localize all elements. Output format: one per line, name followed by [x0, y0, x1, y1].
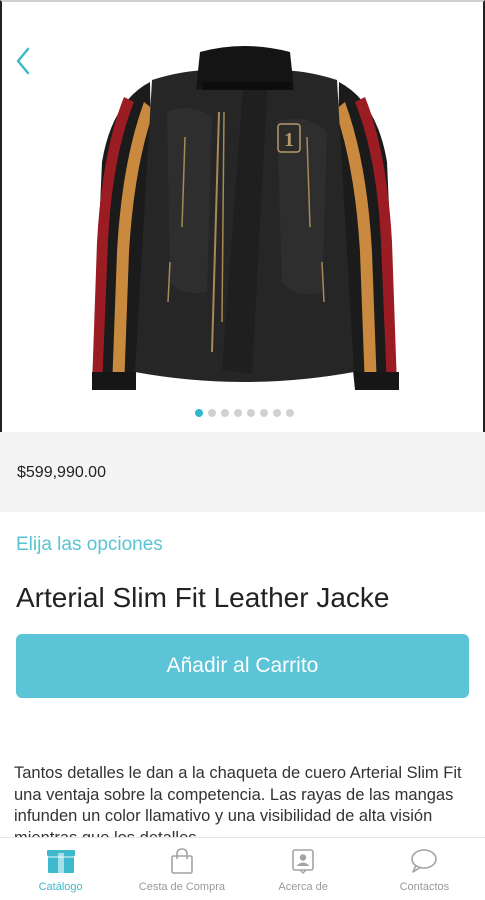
product-image: 1 [92, 46, 399, 390]
carousel-dot[interactable] [273, 409, 281, 417]
add-to-cart-label: Añadir al Carrito [166, 654, 319, 677]
carousel-dot[interactable] [208, 409, 216, 417]
product-title: Arterial Slim Fit Leather Jacke [16, 582, 390, 613]
storefront-icon [46, 850, 75, 873]
choose-options-link[interactable]: Elija las opciones [16, 534, 163, 556]
tab-cesta-de-compra[interactable]: Cesta de Compra [121, 838, 242, 900]
bottom-tab-bar: Catálogo Cesta de Compra Acerca de Conta… [0, 837, 485, 900]
tab-catalogo[interactable]: Catálogo [0, 838, 121, 900]
carousel-dot[interactable] [286, 409, 294, 417]
carousel-dot[interactable] [221, 409, 229, 417]
back-button[interactable] [10, 44, 36, 78]
chat-bubble-icon [411, 849, 438, 873]
tab-label: Catálogo [38, 881, 83, 893]
tab-acerca-de[interactable]: Acerca de [243, 838, 364, 900]
product-gallery[interactable]: 1 [0, 0, 485, 432]
product-description: Tantos detalles le dan a la chaqueta de … [14, 764, 462, 840]
carousel-dot[interactable] [260, 409, 268, 417]
tab-label: Contactos [399, 881, 450, 893]
add-to-cart-button[interactable]: Añadir al Carrito [16, 634, 469, 698]
shopping-bag-icon [171, 848, 193, 874]
tab-contactos[interactable]: Contactos [364, 838, 485, 900]
carousel-dot[interactable] [234, 409, 242, 417]
chevron-left-icon [16, 47, 30, 75]
tab-label: Acerca de [278, 881, 328, 893]
tab-label: Cesta de Compra [138, 881, 225, 893]
contact-card-icon [292, 849, 314, 874]
product-price: $599,990.00 [17, 464, 106, 481]
svg-text:1: 1 [284, 129, 294, 151]
carousel-dot[interactable] [195, 409, 203, 417]
carousel-dots[interactable] [2, 409, 485, 417]
carousel-dot[interactable] [247, 409, 255, 417]
